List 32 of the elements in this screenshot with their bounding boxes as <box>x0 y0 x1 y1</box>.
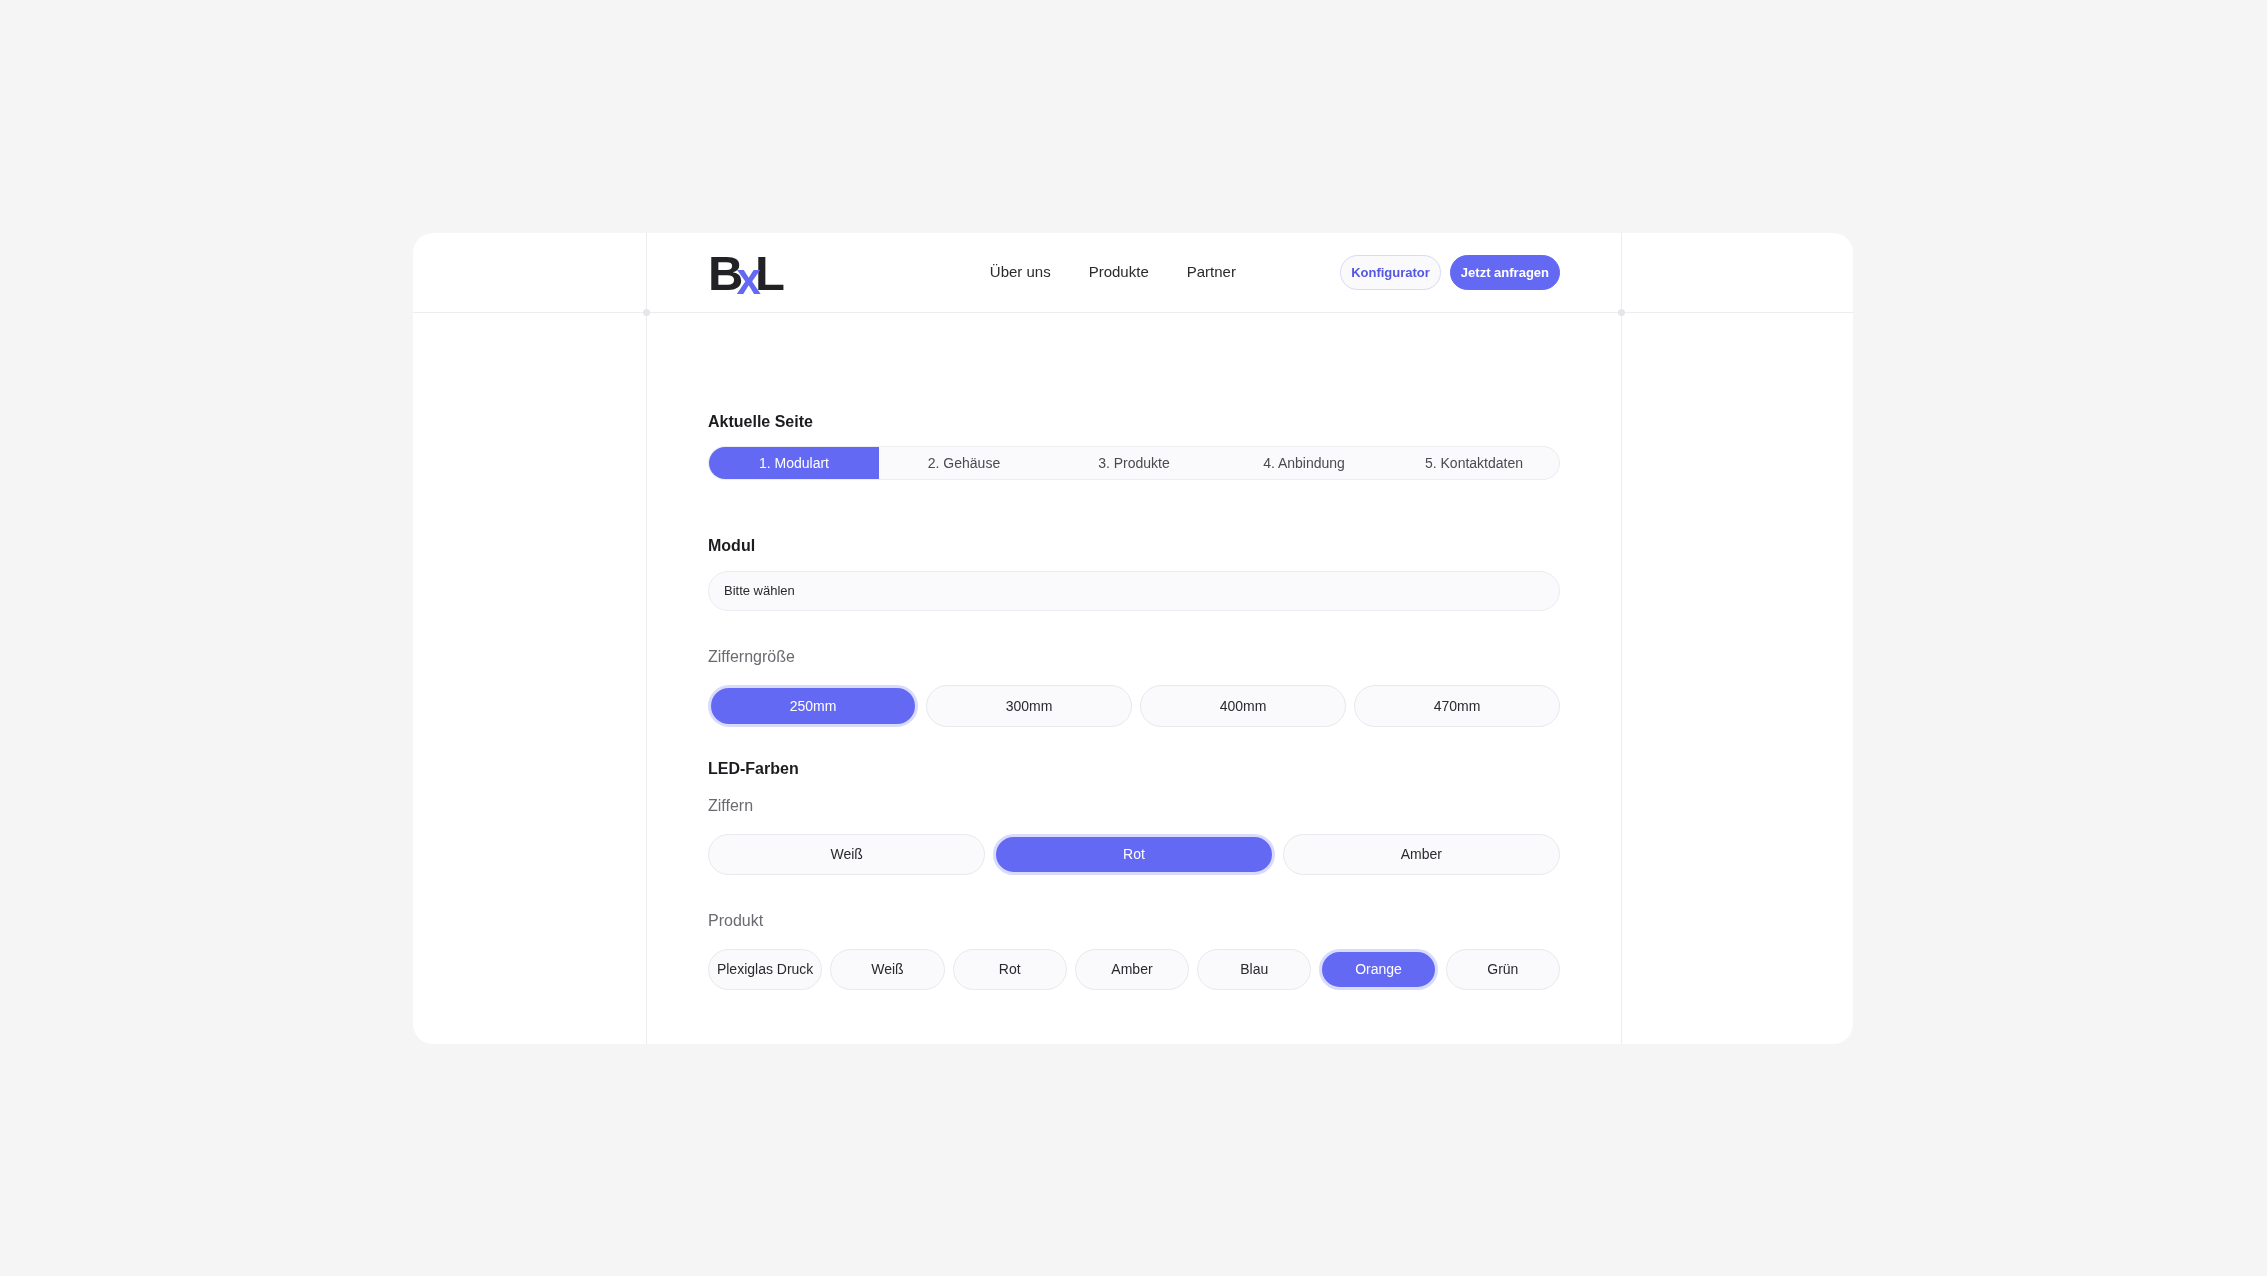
request-button[interactable]: Jetzt anfragen <box>1449 255 1560 290</box>
color-option[interactable]: Plexiglas Druck <box>708 949 823 990</box>
module-select[interactable]: Bitte wählen <box>708 571 1560 611</box>
step-tab[interactable]: 5. Kontaktdaten <box>1389 447 1559 479</box>
size-option[interactable]: 400mm <box>1140 685 1346 727</box>
field-label: Ziffern <box>708 796 755 816</box>
nav-link[interactable]: Partner <box>1186 261 1236 284</box>
color-option[interactable]: Weiß <box>708 834 986 875</box>
size-option[interactable]: 250mm <box>708 685 918 727</box>
size-option[interactable]: 470mm <box>1354 685 1560 727</box>
color-option[interactable]: Amber <box>1282 834 1560 875</box>
step-tab[interactable]: 3. Produkte <box>1049 447 1219 479</box>
section-title: Aktuelle Seite <box>708 412 814 432</box>
configurator-button[interactable]: Konfigurator <box>1340 255 1441 290</box>
step-tab[interactable]: 4. Anbindung <box>1219 447 1389 479</box>
size-option[interactable]: 300mm <box>926 685 1132 727</box>
color-option[interactable]: Grün <box>1445 949 1560 990</box>
field-label: Modul <box>708 536 757 556</box>
color-option[interactable]: Orange <box>1319 949 1438 990</box>
color-option[interactable]: Rot <box>952 949 1067 990</box>
step-tab[interactable]: 2. Gehäuse <box>879 447 1049 479</box>
field-label: Zifferngröße <box>708 647 796 667</box>
color-option[interactable]: Weiß <box>830 949 945 990</box>
step-tab[interactable]: 1. Modulart <box>709 447 879 479</box>
color-option[interactable]: Amber <box>1074 949 1190 990</box>
field-label: Produkt <box>708 911 765 931</box>
section-title: LED-Farben <box>708 759 800 779</box>
nav-link[interactable]: Produkte <box>1088 261 1149 284</box>
nav-link[interactable]: Über uns <box>989 261 1051 284</box>
brand-logo[interactable]: BxL <box>708 253 784 292</box>
color-option[interactable]: Blau <box>1197 949 1312 990</box>
color-option[interactable]: Rot <box>993 834 1275 875</box>
